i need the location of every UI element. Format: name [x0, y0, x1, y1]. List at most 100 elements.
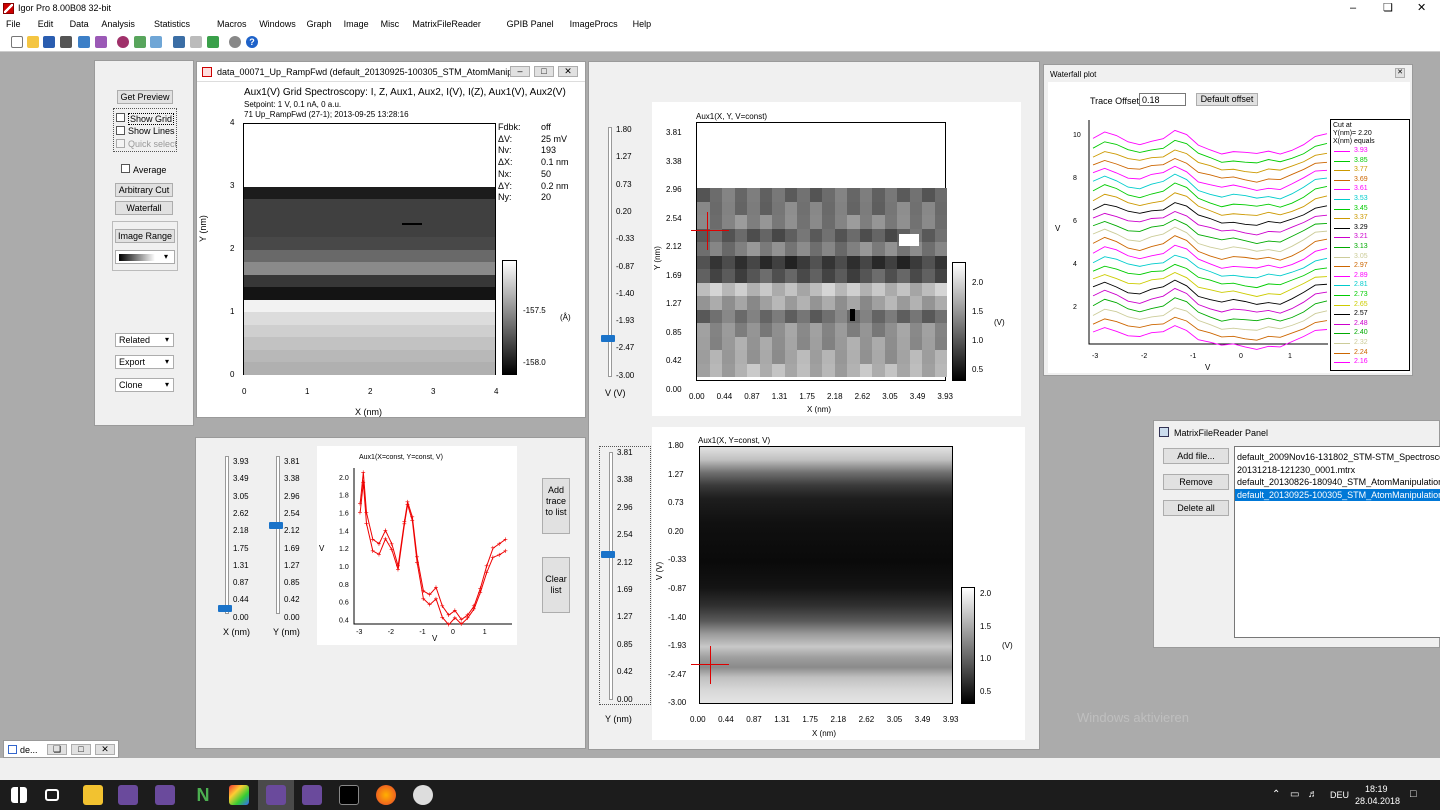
task-view-icon[interactable]	[45, 789, 59, 801]
add-file-button[interactable]: Add file...	[1163, 448, 1229, 464]
layout-icon[interactable]	[134, 36, 146, 48]
gear-icon[interactable]	[229, 36, 241, 48]
volume-icon[interactable]: ♬	[1308, 790, 1318, 800]
arbitrary-cut-button[interactable]: Arbitrary Cut	[115, 183, 173, 197]
spectrum-curve[interactable]: 2.01.81.61.41.21.00.80.60.4-3 -2 -1 0 1++++ +…	[317, 446, 517, 645]
language-indicator[interactable]: DEU	[1330, 790, 1349, 800]
menu-item[interactable]: GPIB Panel	[507, 19, 554, 29]
show-lines-checkbox[interactable]	[116, 126, 125, 135]
get-preview-button[interactable]: Get Preview	[117, 90, 173, 104]
file-list[interactable]: default_2009Nov16-131802_STM-STM_Spectro…	[1234, 446, 1440, 638]
menu-item[interactable]: Help	[633, 19, 652, 29]
menu-item[interactable]: Analysis	[101, 19, 135, 29]
file-explorer-icon[interactable]	[83, 785, 103, 805]
open-icon[interactable]	[27, 36, 39, 48]
igor-app-icon[interactable]	[118, 785, 138, 805]
legend-entry: 3.61	[1354, 185, 1368, 193]
help-icon[interactable]: ?	[246, 36, 258, 48]
waterfall-close-button[interactable]: ✕	[1395, 68, 1405, 78]
file-list-item[interactable]: default_20130925-100305_STM_AtomManipula…	[1235, 488, 1440, 501]
tray-arrow-icon[interactable]: ⌃	[1272, 790, 1280, 800]
add-trace-button[interactable]: Add trace to list	[542, 478, 570, 534]
graph-icon[interactable]	[95, 36, 107, 48]
window-minimize-button[interactable]: –	[510, 66, 530, 77]
crosshair-marker[interactable]	[707, 212, 708, 250]
image-range-button[interactable]: Image Range	[115, 229, 175, 243]
crosshair-marker[interactable]	[710, 646, 711, 684]
terminal-icon[interactable]	[339, 785, 359, 805]
save-icon[interactable]	[43, 36, 55, 48]
colortable-select[interactable]: ▾	[115, 250, 175, 264]
menu-item[interactable]: Edit	[38, 19, 54, 29]
globe-icon[interactable]	[117, 36, 129, 48]
panel-icon[interactable]	[173, 36, 185, 48]
y-slider-track[interactable]	[276, 456, 280, 614]
windows-start-icon[interactable]	[11, 787, 27, 803]
minimized-window[interactable]: de... ❏ □ ✕	[3, 740, 119, 758]
related-select[interactable]: Related ▾	[115, 333, 174, 347]
igor-app-icon[interactable]	[155, 785, 175, 805]
new-icon[interactable]	[11, 36, 23, 48]
window-close-button[interactable]: ✕	[558, 66, 578, 77]
xy-map-image[interactable]	[696, 122, 947, 381]
menu-item[interactable]: Macros	[217, 19, 247, 29]
n-app-icon[interactable]: N	[193, 785, 213, 805]
y-slider-thumb[interactable]	[269, 522, 283, 529]
tools-icon[interactable]	[207, 36, 219, 48]
export-select[interactable]: Export ▾	[115, 355, 174, 369]
menu-item[interactable]: Data	[70, 19, 89, 29]
menu-item[interactable]: MatrixFileReader	[412, 19, 481, 29]
delete-all-button[interactable]: Delete all	[1163, 500, 1229, 516]
menu-item[interactable]: Misc	[381, 19, 400, 29]
map-cell	[909, 269, 922, 283]
menu-item[interactable]: Image	[344, 19, 369, 29]
table-icon[interactable]	[78, 36, 90, 48]
file-list-item[interactable]: default_2009Nov16-131802_STM-STM_Spectro…	[1235, 451, 1440, 463]
notification-icon[interactable]: □	[1410, 789, 1417, 800]
firefox-icon[interactable]	[376, 785, 396, 805]
menu-item[interactable]: Graph	[307, 19, 332, 29]
v-slider-thumb[interactable]	[601, 335, 615, 342]
minimize-icon[interactable]: –	[1350, 2, 1356, 14]
y-slider-track[interactable]	[609, 452, 613, 700]
clock-time[interactable]: 18:19	[1365, 784, 1388, 794]
file-list-item[interactable]: default_20130826-180940_STM_AtomManipula…	[1235, 476, 1440, 488]
menu-item[interactable]: Statistics	[154, 19, 190, 29]
window-restore-button[interactable]: ❏	[47, 744, 67, 755]
show-grid-checkbox[interactable]	[116, 113, 125, 122]
network-icon[interactable]: ▭	[1290, 790, 1299, 800]
remove-button[interactable]: Remove	[1163, 474, 1229, 490]
print-icon[interactable]	[60, 36, 72, 48]
param-value: 193	[541, 145, 557, 156]
menu-item[interactable]: File	[6, 19, 21, 29]
window-close-button[interactable]: ✕	[95, 744, 115, 755]
menu-item[interactable]: ImageProcs	[570, 19, 618, 29]
quick-select-checkbox[interactable]	[116, 139, 125, 148]
file-list-item[interactable]: 20131218-121230_0001.mtrx	[1235, 464, 1440, 476]
igor-app-icon[interactable]	[302, 785, 322, 805]
arrows-icon[interactable]	[190, 36, 202, 48]
waterfall-button[interactable]: Waterfall	[115, 201, 173, 215]
window-maximize-button[interactable]: □	[71, 744, 91, 755]
igor-app-icon[interactable]	[266, 785, 286, 805]
xv-map-image[interactable]	[699, 446, 953, 704]
x-slider-thumb[interactable]	[218, 605, 232, 612]
window-restore-button[interactable]: □	[534, 66, 554, 77]
crosshair-marker[interactable]	[691, 230, 729, 231]
maximize-icon[interactable]: ❏	[1383, 1, 1393, 14]
matrixfilereader-panel: MatrixFileReader Panel Add file... Remov…	[1153, 420, 1440, 648]
topography-image[interactable]	[243, 123, 496, 375]
clone-select[interactable]: Clone ▾	[115, 378, 174, 392]
x-slider-track[interactable]	[225, 456, 229, 614]
map-row	[697, 350, 947, 364]
notebook-icon[interactable]	[150, 36, 162, 48]
close-icon[interactable]: ✕	[1417, 1, 1426, 14]
colorful-app-icon[interactable]	[229, 785, 249, 805]
clock-date[interactable]: 28.04.2018	[1355, 796, 1400, 806]
y-slider-thumb[interactable]	[601, 551, 615, 558]
spectrum-marker: +	[440, 602, 445, 611]
clear-list-button[interactable]: Clear list	[542, 557, 570, 613]
average-checkbox[interactable]	[121, 164, 130, 173]
menu-item[interactable]: Windows	[259, 19, 296, 29]
paint-icon[interactable]	[413, 785, 433, 805]
